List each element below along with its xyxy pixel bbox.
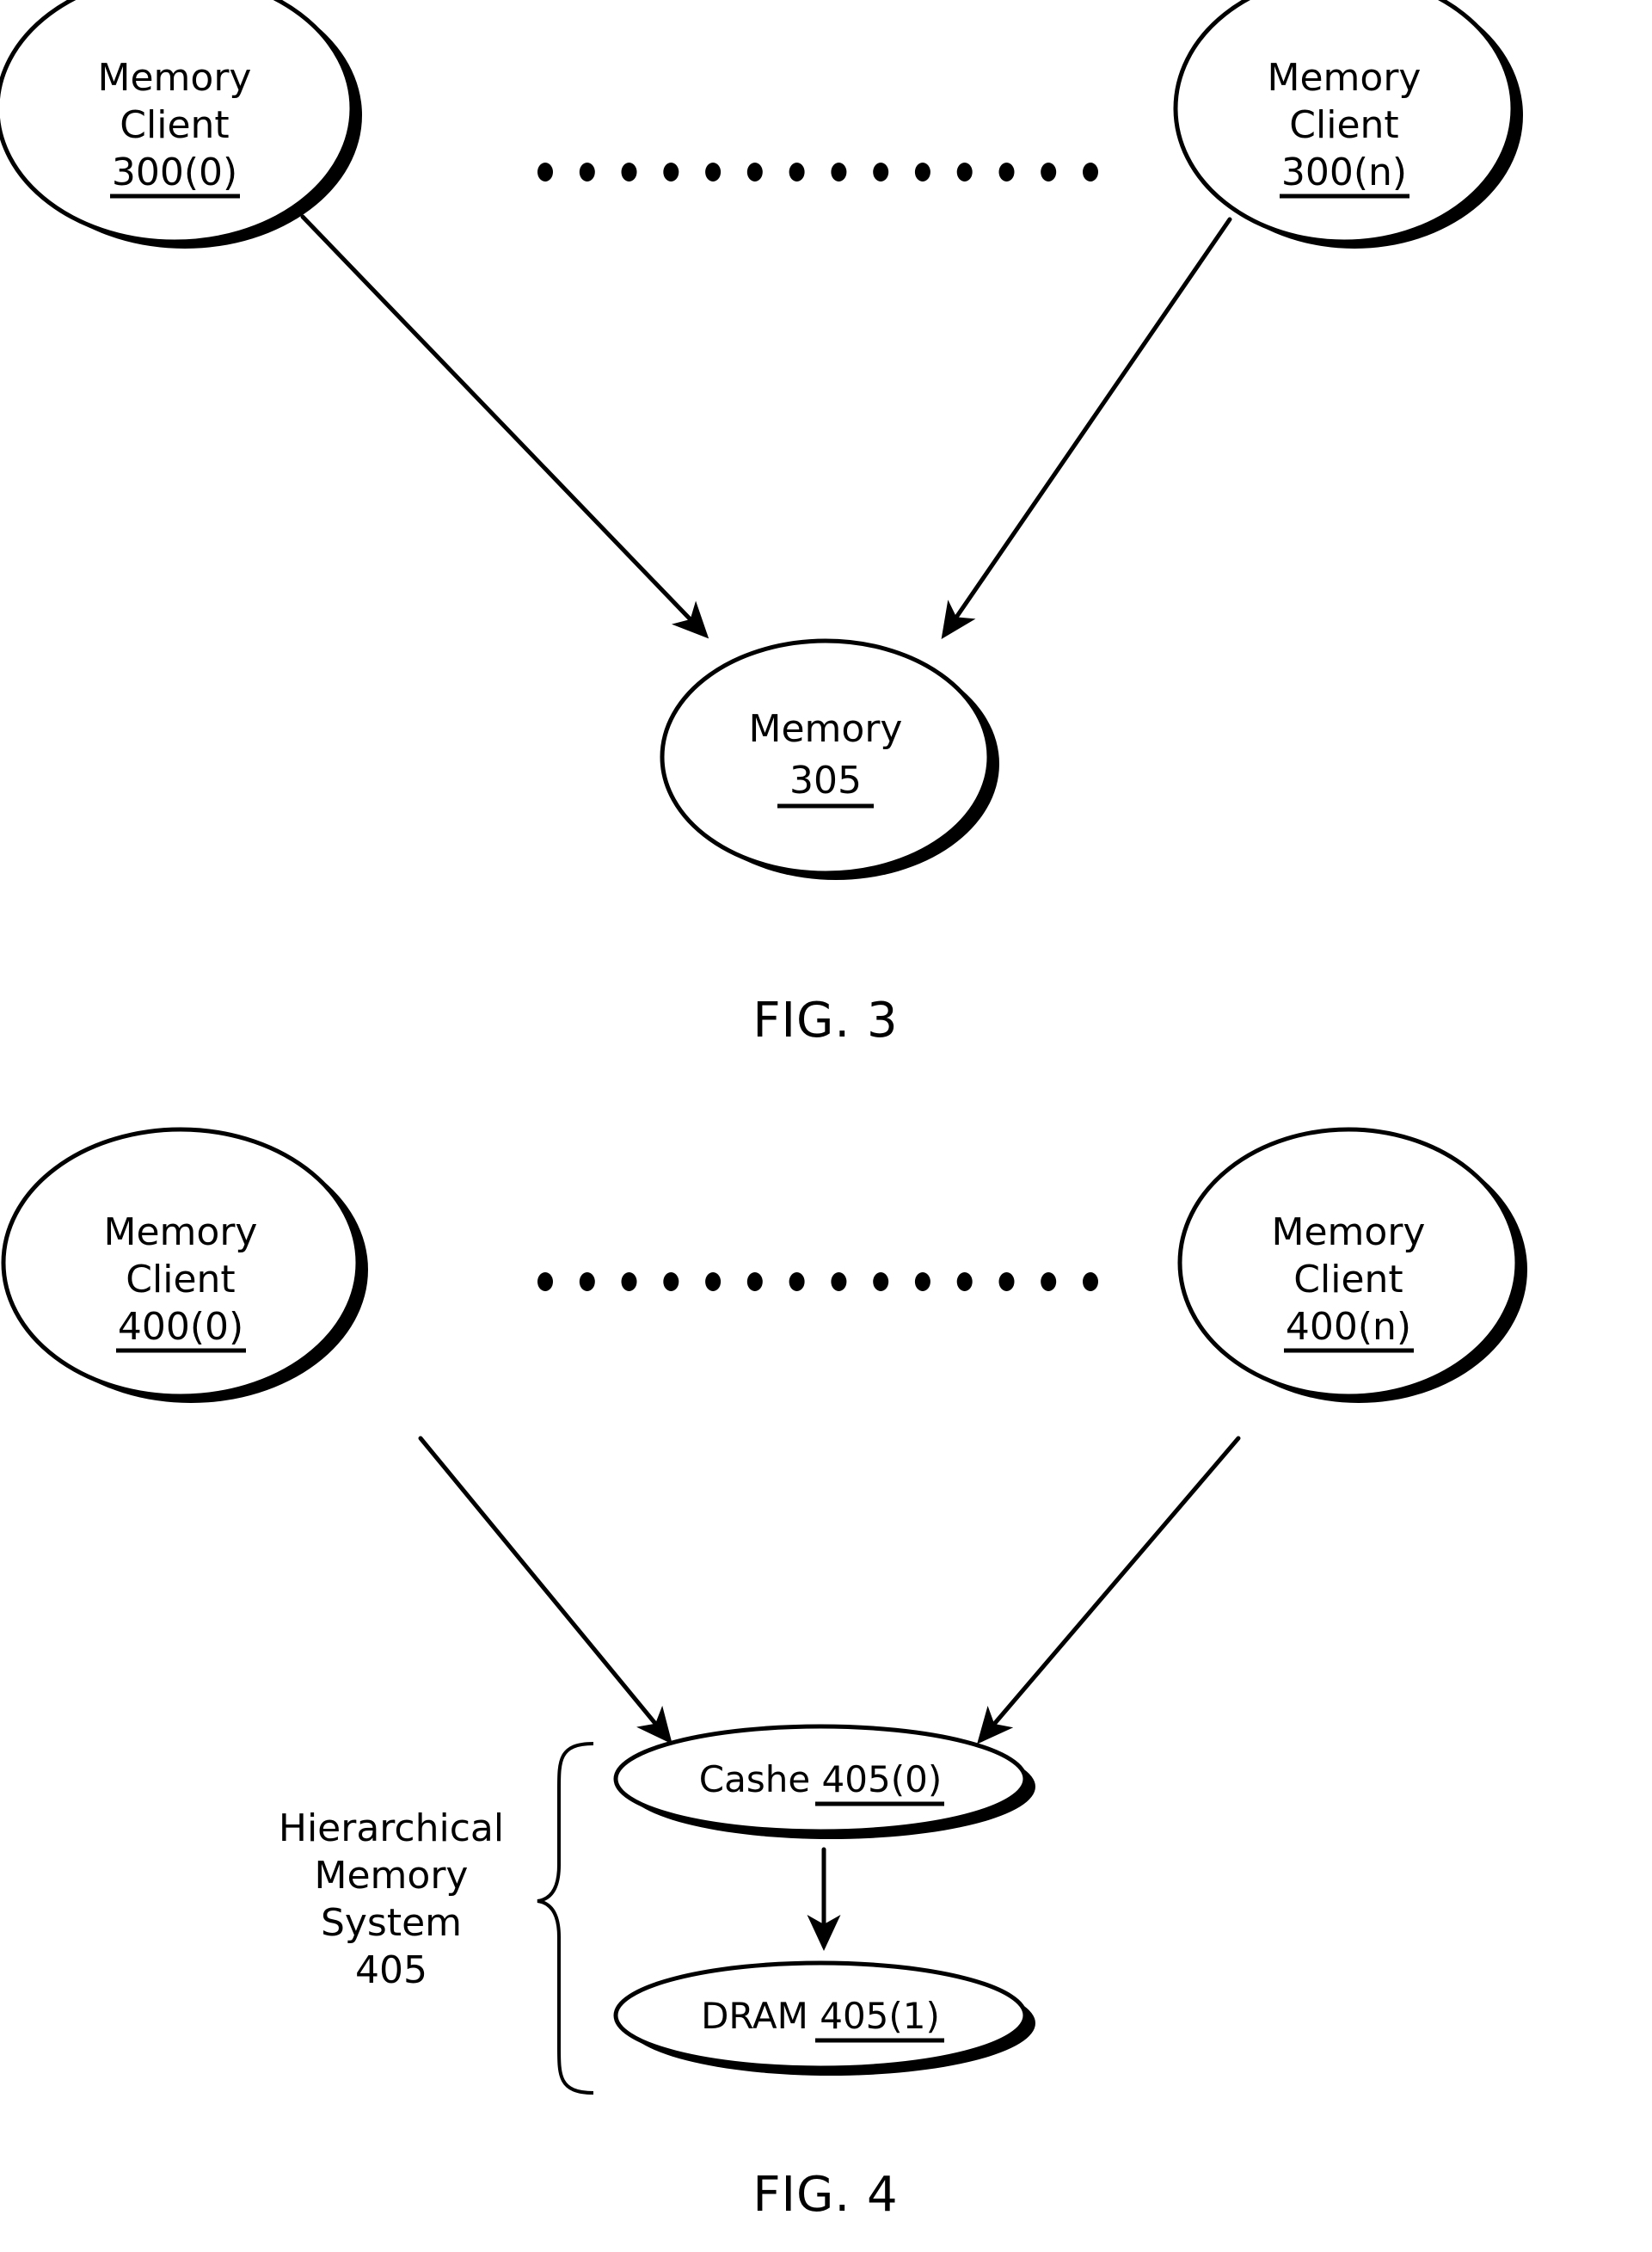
brace-label-line2: Memory bbox=[315, 1854, 469, 1898]
grouping-brace bbox=[537, 1742, 594, 2095]
edge-client0-to-memory bbox=[300, 214, 709, 639]
node-label: DRAM bbox=[701, 1995, 808, 2037]
ellipse-outline bbox=[660, 638, 992, 876]
ellipsis-dot bbox=[537, 1272, 553, 1291]
node-memory-client-300-0[interactable]: Memory Client 300(0) bbox=[0, 0, 362, 249]
ellipsis-dot bbox=[663, 1272, 679, 1291]
node-memory-client-300-n[interactable]: Memory Client 300(n) bbox=[1173, 0, 1523, 249]
node-label-line1: Memory bbox=[1272, 1210, 1426, 1254]
node-dram-405-1[interactable]: DRAM 405(1) bbox=[613, 1960, 1035, 2076]
ellipsis-dot bbox=[1083, 163, 1098, 182]
edge-clientn-to-memory bbox=[941, 217, 1232, 639]
brace-label-hierarchical-memory-system: Hierarchical Memory System 405 bbox=[279, 1806, 504, 1992]
node-label-line2: Client bbox=[120, 103, 229, 147]
ellipsis-dot bbox=[1083, 1272, 1098, 1291]
ellipsis-dot bbox=[998, 1272, 1015, 1291]
node-reference-number: 300(0) bbox=[112, 151, 237, 194]
node-label-line1: Memory bbox=[749, 707, 903, 751]
node-label-line1: Memory bbox=[104, 1210, 258, 1254]
node-memory-client-400-0[interactable]: Memory Client 400(0) bbox=[1, 1127, 368, 1403]
ellipsis-dot bbox=[663, 163, 679, 182]
ellipsis-dot bbox=[873, 1272, 889, 1291]
ellipsis-dots-fig4 bbox=[537, 1272, 1098, 1291]
ellipsis-dot bbox=[621, 1272, 637, 1291]
ellipsis-dot bbox=[705, 1272, 722, 1291]
ellipsis-dots-fig3 bbox=[537, 163, 1098, 182]
ellipsis-dot bbox=[789, 163, 805, 182]
figure-canvas: Memory Client 300(0) Memory Client 300(n… bbox=[0, 0, 1527, 2223]
ellipsis-dot bbox=[537, 163, 553, 182]
node-label-line2: Client bbox=[126, 1258, 235, 1301]
node-reference-number: 305 bbox=[789, 759, 862, 803]
node-label: Cashe bbox=[699, 1758, 810, 1800]
figure-4: Memory Client 400(0) Memory Client 400(n… bbox=[1, 1127, 1527, 2223]
node-label-line2: Client bbox=[1293, 1258, 1403, 1301]
node-label-line2: Client bbox=[1289, 103, 1398, 147]
node-reference-number: 300(n) bbox=[1281, 151, 1407, 194]
node-label-group: DRAM 405(1) bbox=[701, 1995, 940, 2037]
ellipsis-dot bbox=[746, 163, 763, 182]
figure-3: Memory Client 300(0) Memory Client 300(n… bbox=[0, 0, 1523, 1049]
node-cache-405-0[interactable]: Cashe 405(0) bbox=[613, 1724, 1035, 1839]
patent-figure-page: Memory Client 300(0) Memory Client 300(n… bbox=[0, 0, 1652, 2252]
node-label-line1: Memory bbox=[1268, 56, 1422, 100]
edge-client0-to-cache bbox=[418, 1436, 672, 1744]
ellipsis-dot bbox=[789, 1272, 805, 1291]
edge-clientn-to-cache bbox=[977, 1436, 1241, 1744]
node-reference-number: 400(n) bbox=[1286, 1305, 1411, 1349]
ellipsis-dot bbox=[746, 1272, 763, 1291]
figure-caption-3: FIG. 3 bbox=[752, 993, 898, 1049]
ellipsis-dot bbox=[914, 1272, 930, 1291]
ellipsis-dot bbox=[1041, 1272, 1057, 1291]
ellipsis-dot bbox=[705, 163, 722, 182]
brace-label-line3: System bbox=[321, 1901, 462, 1945]
ellipsis-dot bbox=[956, 1272, 973, 1291]
ellipsis-dot bbox=[956, 163, 973, 182]
ellipsis-dot bbox=[998, 163, 1015, 182]
node-memory-client-400-n[interactable]: Memory Client 400(n) bbox=[1177, 1127, 1527, 1403]
ellipsis-dot bbox=[914, 163, 930, 182]
node-label-group: Cashe 405(0) bbox=[699, 1758, 942, 1800]
ellipsis-dot bbox=[579, 163, 595, 182]
ellipsis-dot bbox=[621, 163, 637, 182]
node-label-line1: Memory bbox=[98, 56, 252, 100]
brace-label-reference-number: 405 bbox=[355, 1948, 427, 1992]
brace-label-line1: Hierarchical bbox=[279, 1806, 504, 1850]
node-reference-number: 405(0) bbox=[822, 1758, 943, 1800]
ellipsis-dot bbox=[831, 163, 847, 182]
ellipsis-dot bbox=[1041, 163, 1057, 182]
ellipsis-dot bbox=[873, 163, 889, 182]
node-reference-number: 400(0) bbox=[118, 1305, 243, 1349]
ellipsis-dot bbox=[579, 1272, 595, 1291]
node-reference-number: 405(1) bbox=[820, 1995, 940, 2037]
ellipsis-dot bbox=[831, 1272, 847, 1291]
figure-caption-4: FIG. 4 bbox=[752, 2167, 898, 2223]
node-memory-305[interactable]: Memory 305 bbox=[660, 638, 999, 880]
